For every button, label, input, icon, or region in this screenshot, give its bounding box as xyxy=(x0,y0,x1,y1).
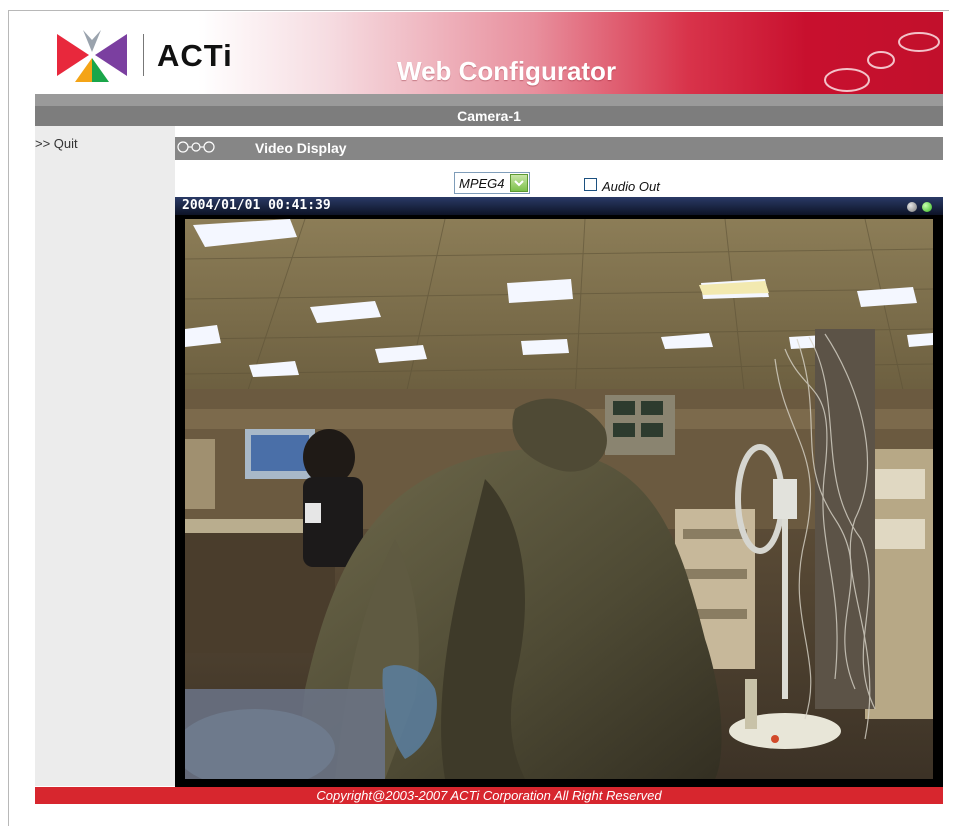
chevron-down-icon[interactable] xyxy=(510,174,528,192)
video-timestamp: 2004/01/01 00:41:39 xyxy=(182,198,331,213)
rings-decoration-icon xyxy=(824,32,940,92)
audio-out-label: Audio Out xyxy=(602,179,660,194)
logo-text: ACTi xyxy=(157,38,233,73)
logo-divider xyxy=(143,34,144,76)
video-controls: MPEG4 Audio Out xyxy=(175,172,943,198)
status-gray-icon xyxy=(907,202,917,212)
quit-link[interactable]: >> Quit xyxy=(35,136,78,151)
status-green-icon xyxy=(922,202,932,212)
video-player: 2004/01/01 00:41:39 xyxy=(175,197,943,787)
video-frame-image xyxy=(185,219,933,779)
codec-selected-value: MPEG4 xyxy=(459,176,505,191)
app-title: Web Configurator xyxy=(397,56,617,86)
section-header: Video Display xyxy=(175,137,943,160)
acti-logo-icon xyxy=(57,30,127,82)
player-title-bar: 2004/01/01 00:41:39 xyxy=(175,197,943,215)
camera-name-bar: Camera-1 xyxy=(35,106,943,126)
footer-copyright: Copyright@2003-2007 ACTi Corporation All… xyxy=(35,787,943,804)
rings-icon xyxy=(177,141,215,153)
video-stream[interactable] xyxy=(185,219,933,779)
section-title: Video Display xyxy=(255,140,347,156)
page: ACTi Web Configurator Camera-1 >> Quit V… xyxy=(0,0,957,831)
audio-out-checkbox[interactable] xyxy=(584,178,597,191)
sidebar: >> Quit xyxy=(35,126,175,786)
header-banner: ACTi Web Configurator xyxy=(35,12,943,94)
header-strip xyxy=(35,94,943,106)
codec-select[interactable]: MPEG4 xyxy=(454,172,530,194)
